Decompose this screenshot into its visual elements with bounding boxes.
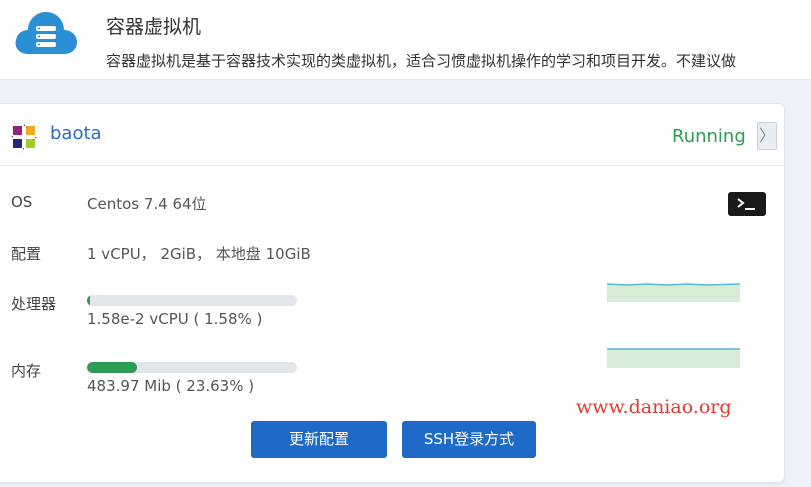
page-title: 容器虚拟机 <box>106 16 202 38</box>
cpu-usage-bar <box>87 295 297 306</box>
update-config-button[interactable]: 更新配置 <box>251 421 387 458</box>
cpu-usage-fill <box>87 295 91 306</box>
page-header: 容器虚拟机 容器虚拟机是基于容器技术实现的类虚拟机，适合习惯虚拟机操作的学习和项… <box>0 0 811 80</box>
memory-usage-value: 483.97 Mib ( 23.63% ) <box>87 377 255 395</box>
watermark-text: www.daniao.org <box>576 396 732 418</box>
cloud-server-icon <box>15 12 77 54</box>
status-badge: Running <box>672 126 746 147</box>
os-label: OS <box>11 193 33 211</box>
memory-usage-bar <box>87 362 297 373</box>
terminal-icon[interactable] <box>728 192 766 216</box>
memory-usage-fill <box>87 362 137 373</box>
cpu-sparkline <box>607 283 740 302</box>
vm-card-header: baota Running 〉 <box>0 104 784 166</box>
cpu-label: 处理器 <box>11 295 57 313</box>
os-value: Centos 7.4 64位 <box>87 195 207 213</box>
ssh-login-button[interactable]: SSH登录方式 <box>402 421 536 458</box>
expand-button[interactable]: 〉 <box>757 122 777 150</box>
cpu-usage-value: 1.58e-2 vCPU ( 1.58% ) <box>87 310 263 328</box>
memory-sparkline <box>607 348 740 368</box>
memory-label: 内存 <box>11 362 42 380</box>
vm-card: baota Running 〉 OS Centos 7.4 64位 配置 1 v… <box>0 103 785 483</box>
vm-name-link[interactable]: baota <box>50 123 102 144</box>
centos-logo <box>11 124 37 150</box>
config-value: 1 vCPU， 2GiB， 本地盘 10GiB <box>87 245 311 263</box>
config-label: 配置 <box>11 245 42 263</box>
page-description: 容器虚拟机是基于容器技术实现的类虚拟机，适合习惯虚拟机操作的学习和项目开发。不建… <box>106 52 737 70</box>
